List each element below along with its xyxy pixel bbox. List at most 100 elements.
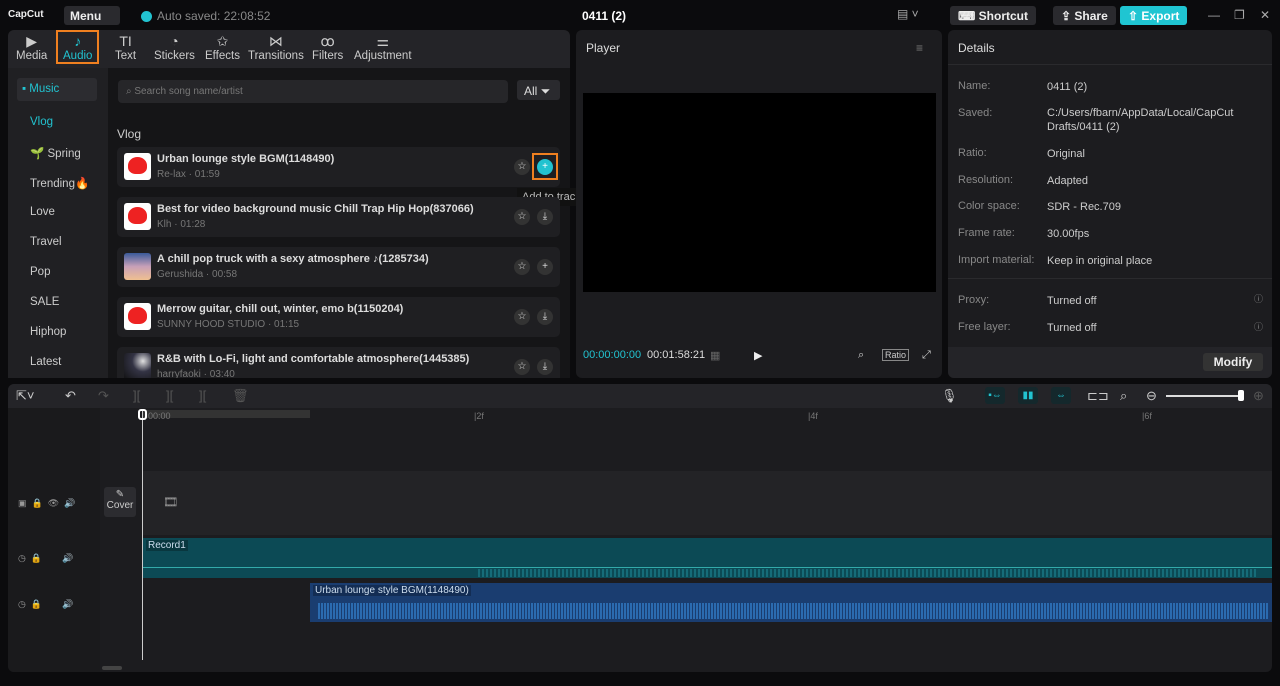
zoom-in-icon[interactable]: ⊕ xyxy=(1253,388,1264,404)
split-icon[interactable]: ][ xyxy=(133,388,140,403)
song-thumbnail xyxy=(124,353,151,378)
detail-value: 0411 (2) xyxy=(1047,81,1088,93)
fullscreen-icon[interactable]: ⤢ xyxy=(922,349,931,362)
favorite-icon[interactable]: ☆ xyxy=(514,309,530,325)
restore-icon[interactable]: ❐ xyxy=(1234,8,1245,22)
download-icon[interactable]: ⤓ xyxy=(537,359,553,375)
media-icon: ▶ xyxy=(26,33,38,49)
clip-name: Urban lounge style BGM(1148490) xyxy=(313,585,471,596)
song-item[interactable]: Urban lounge style BGM(1148490) Re-lax · … xyxy=(117,147,560,187)
share-button[interactable]: ⇪ Share xyxy=(1053,6,1116,25)
timeline-grid-icon[interactable]: ▦ xyxy=(710,349,720,362)
zoom-to-fit-icon[interactable]: ⌕ xyxy=(1120,388,1127,404)
modify-button[interactable]: Modify xyxy=(1203,353,1263,371)
time-ruler[interactable]: 00:00 |2f |4f |6f xyxy=(100,408,1272,424)
detail-label: Import material: xyxy=(958,254,1035,266)
song-title: Best for video background music Chill Tr… xyxy=(157,203,474,215)
menu-button[interactable]: Menu xyxy=(64,6,120,25)
audio-clip-urban-lounge[interactable]: Urban lounge style BGM(1148490) xyxy=(310,583,1272,622)
detail-label: Free layer: xyxy=(958,321,1011,333)
menu-icon[interactable]: ≡ xyxy=(916,41,923,55)
info-icon[interactable]: ⓘ xyxy=(1254,292,1263,305)
detail-value: Turned off xyxy=(1047,322,1097,334)
delete-icon[interactable]: 🗑 xyxy=(232,388,249,404)
sidebar-item-spring[interactable]: 🌱 Spring xyxy=(30,146,81,160)
playhead[interactable] xyxy=(142,410,143,660)
sidebar-item-pop[interactable]: Pop xyxy=(30,266,50,278)
play-icon[interactable]: ▶ xyxy=(754,349,762,362)
close-icon[interactable]: ✕ xyxy=(1260,8,1270,22)
zoom-slider-handle[interactable] xyxy=(1238,390,1244,401)
details-title: Details xyxy=(958,41,995,55)
song-item[interactable]: A chill pop truck with a sexy atmosphere… xyxy=(117,247,560,287)
split-left-icon[interactable]: ][ xyxy=(166,388,173,403)
ratio-button[interactable]: Ratio xyxy=(882,349,910,361)
filter-button[interactable]: All ⏷ xyxy=(517,80,560,100)
tab-media[interactable]: ▶ Media xyxy=(16,32,47,62)
fit-icon[interactable]: ⌕ xyxy=(858,349,864,362)
detail-label: Color space: xyxy=(958,200,1020,212)
sidebar-item-vlog[interactable]: Vlog xyxy=(30,116,53,128)
audio-icon: ♪ xyxy=(74,33,82,49)
cover-button[interactable]: ✎ Cover xyxy=(104,487,136,517)
sidebar-item-travel[interactable]: Travel xyxy=(30,236,62,248)
stickers-icon: ◔ xyxy=(170,33,179,49)
detail-label: Name: xyxy=(958,80,991,92)
sidebar-item-trending[interactable]: Trending🔥 xyxy=(30,176,89,190)
tick-label: 00:00 xyxy=(148,411,171,421)
linkage-icon[interactable]: ⇔ xyxy=(1051,387,1071,404)
favorite-icon[interactable]: ☆ xyxy=(514,259,530,275)
song-title: A chill pop truck with a sexy atmosphere… xyxy=(157,253,429,265)
favorite-icon[interactable]: ☆ xyxy=(514,209,530,225)
audio-clip-record1[interactable]: Record1 xyxy=(143,538,1272,578)
filter-icon: ⏷ xyxy=(540,84,551,98)
add-icon[interactable]: + xyxy=(537,259,553,275)
sidebar-item-sale[interactable]: SALE xyxy=(30,296,59,308)
split-right-icon[interactable]: ][ xyxy=(199,388,206,403)
zoom-slider[interactable] xyxy=(1166,395,1241,397)
video-preview[interactable] xyxy=(583,93,936,292)
tab-label: Media xyxy=(16,50,48,62)
playhead-handle[interactable] xyxy=(138,409,147,420)
preview-axis-icon[interactable]: ⊏⊐ xyxy=(1087,388,1109,404)
player-title: Player xyxy=(586,41,621,55)
zoom-out-icon[interactable]: ⊖ xyxy=(1146,388,1157,404)
song-item[interactable]: Merrow guitar, chill out, winter, emo b(… xyxy=(117,297,560,337)
main-track-magnet-icon[interactable]: ▪⇔ xyxy=(985,387,1005,404)
song-title: R&B with Lo-Fi, light and comfortable at… xyxy=(157,353,470,365)
video-track[interactable]: 🎞 xyxy=(143,471,1272,535)
tab-effects[interactable]: ✩ Effects xyxy=(205,32,240,62)
redo-icon[interactable]: ↷ xyxy=(98,388,109,404)
auto-snapping-icon[interactable]: ▮▮ xyxy=(1018,387,1038,404)
favorite-icon[interactable]: ☆ xyxy=(514,159,530,175)
layout-icon[interactable]: ▤ ˅ xyxy=(897,7,919,21)
sidebar-item-love[interactable]: Love xyxy=(30,206,55,218)
shortcut-button[interactable]: ⌨ Shortcut xyxy=(950,6,1036,25)
tab-audio[interactable]: ♪ Audio xyxy=(56,30,100,64)
tab-transitions[interactable]: ⋈ Transitions xyxy=(248,32,304,62)
effects-icon: ✩ xyxy=(216,33,229,49)
tab-stickers[interactable]: ◔ Stickers xyxy=(154,32,195,62)
sidebar-item-latest[interactable]: Latest xyxy=(30,356,61,368)
sidebar-item-music[interactable]: ▪ Music xyxy=(17,78,97,101)
detail-label: Proxy: xyxy=(958,294,990,306)
download-icon[interactable]: ⤓ xyxy=(537,209,553,225)
undo-icon[interactable]: ↶ xyxy=(65,388,76,404)
tab-text[interactable]: TI Text xyxy=(115,32,136,62)
share-label: Share xyxy=(1074,9,1108,23)
select-tool-icon[interactable]: ⇱˅ xyxy=(16,388,34,404)
song-item[interactable]: Best for video background music Chill Tr… xyxy=(117,197,560,237)
tab-adjustment[interactable]: ⚌ Adjustment xyxy=(354,32,412,62)
shortcut-label: Shortcut xyxy=(978,9,1028,23)
info-icon[interactable]: ⓘ xyxy=(1254,320,1263,333)
tab-filters[interactable]: ꝏ Filters xyxy=(312,32,343,62)
export-button[interactable]: ⇧ Export xyxy=(1120,6,1188,25)
microphone-icon[interactable]: 🎙 xyxy=(941,388,958,404)
song-item[interactable]: R&B with Lo-Fi, light and comfortable at… xyxy=(117,347,560,378)
search-input[interactable]: ⌕ Search song name/artist xyxy=(118,80,508,103)
sidebar-item-hiphop[interactable]: Hiphop xyxy=(30,326,66,338)
horizontal-scrollbar[interactable] xyxy=(102,666,122,670)
download-icon[interactable]: ⤓ xyxy=(537,309,553,325)
favorite-icon[interactable]: ☆ xyxy=(514,359,530,375)
minimize-icon[interactable]: — xyxy=(1208,8,1220,22)
